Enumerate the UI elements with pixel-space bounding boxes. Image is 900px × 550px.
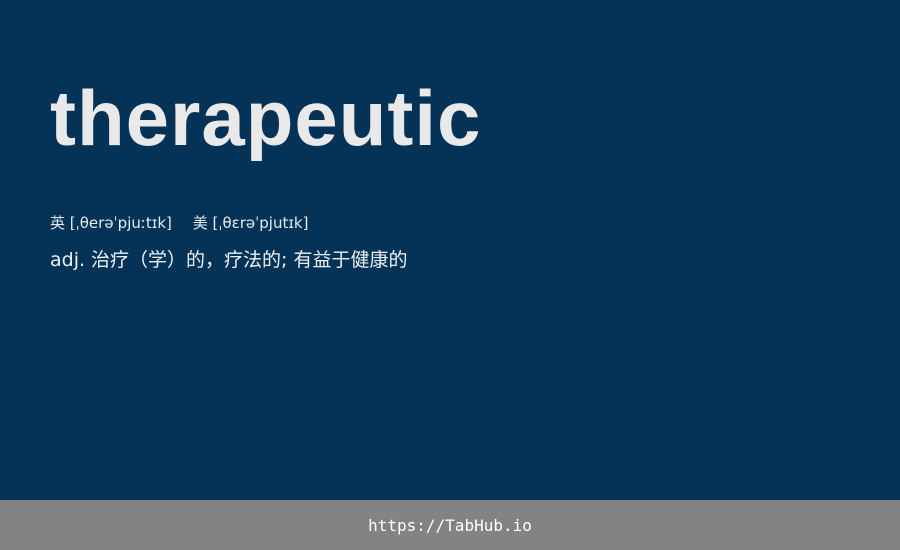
definition-text: adj. 治疗（学）的，疗法的; 有益于健康的 — [50, 249, 408, 271]
pronunciation-row: 英 [ˌθerəˈpjuːtɪk] 美 [ˌθɛrəˈpjutɪk] — [50, 212, 308, 234]
uk-pronunciation: 英 [ˌθerəˈpjuːtɪk] — [50, 214, 172, 232]
us-pronunciation: 美 [ˌθɛrəˈpjutɪk] — [192, 214, 309, 232]
tabhub-link[interactable]: https://TabHub.io — [368, 516, 532, 535]
word-card: therapeutic 英 [ˌθerəˈpjuːtɪk] 美 [ˌθɛrəˈp… — [0, 0, 900, 500]
footer-bar: https://TabHub.io — [0, 500, 900, 550]
headword: therapeutic — [50, 74, 482, 162]
